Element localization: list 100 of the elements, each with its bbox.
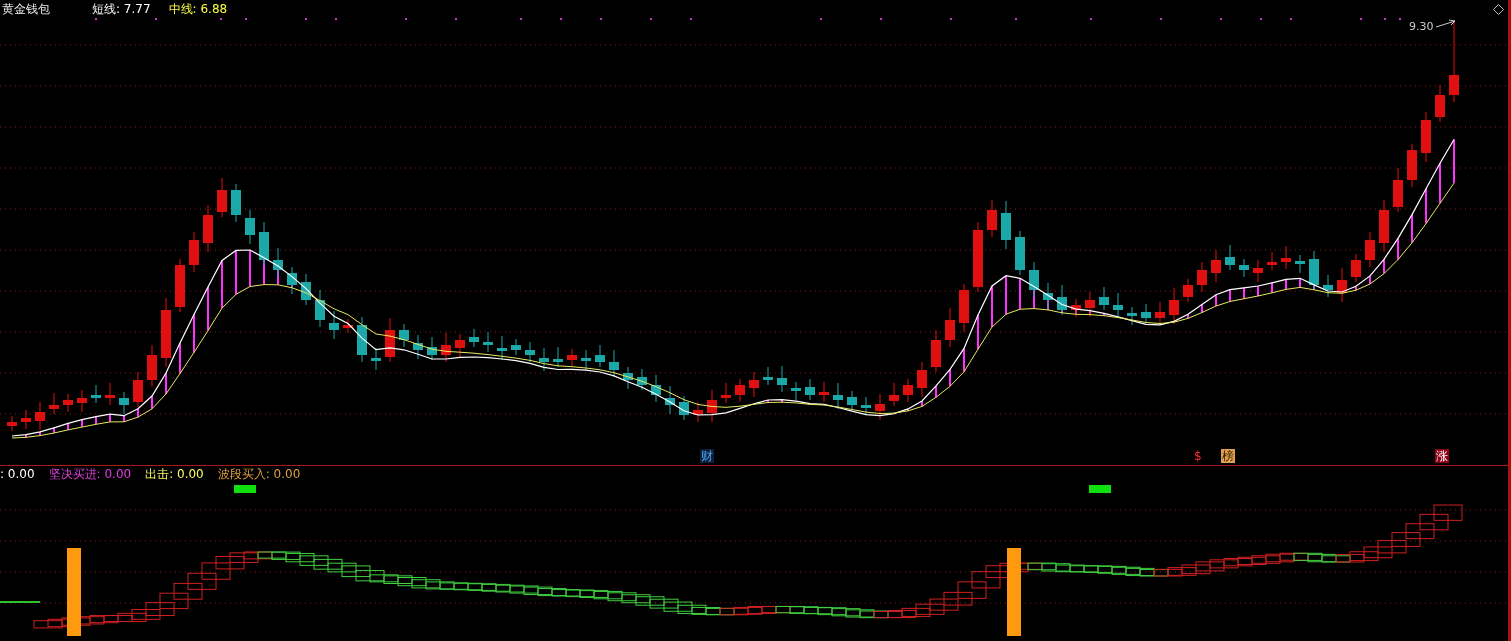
- indicator-value: 出击: 0.00: [145, 465, 204, 483]
- signal-block: [234, 485, 256, 493]
- candlestick: [665, 385, 675, 415]
- candlestick: [1085, 291, 1095, 318]
- candlestick: [1435, 84, 1445, 123]
- candlestick: [315, 289, 325, 328]
- candlestick: [1281, 245, 1291, 270]
- candlestick: [931, 329, 941, 373]
- candlestick: [119, 391, 129, 415]
- candlestick: [553, 346, 563, 368]
- candlestick: [189, 231, 199, 273]
- candlestick: [175, 258, 185, 313]
- candlestick: [679, 395, 689, 421]
- candlestick: [469, 328, 479, 348]
- candlestick: [1169, 287, 1179, 325]
- candlestick: [1337, 267, 1347, 303]
- candlestick: [1407, 143, 1417, 188]
- candlestick: [1127, 306, 1137, 326]
- candlestick: [623, 366, 633, 390]
- candlestick: [567, 348, 577, 368]
- event-marker[interactable]: 财: [700, 449, 714, 463]
- candlestick: [21, 409, 31, 430]
- candlestick: [161, 297, 171, 368]
- candlestick: [1393, 167, 1403, 213]
- candlestick: [1043, 282, 1053, 310]
- candlestick: [833, 382, 843, 410]
- legend-value: 中线: 6.88: [168, 0, 228, 18]
- candlestick: [301, 273, 311, 306]
- chart-title: 黄金钱包: [2, 0, 50, 18]
- candlestick: [441, 332, 451, 363]
- candlestick: [385, 317, 395, 363]
- candlestick: [973, 221, 983, 293]
- candlestick: [903, 378, 913, 403]
- candlestick: [1351, 253, 1361, 283]
- candlestick: [1239, 258, 1249, 278]
- candlestick: [1225, 244, 1235, 271]
- candlestick: [413, 334, 423, 360]
- candlestick: [847, 390, 857, 411]
- candlestick: [35, 401, 45, 431]
- event-marker[interactable]: 涨: [1435, 449, 1449, 463]
- candlestick: [917, 361, 927, 398]
- candlestick: [1365, 231, 1375, 268]
- candlestick: [217, 177, 227, 218]
- candlestick: [7, 415, 17, 432]
- candlestick: [637, 368, 647, 391]
- candlestick: [455, 333, 465, 358]
- candlestick: [133, 371, 143, 408]
- candlestick: [805, 378, 815, 401]
- candlestick: [861, 396, 871, 416]
- arrow-icon: [1435, 19, 1456, 28]
- candlestick: [721, 382, 731, 404]
- candlestick: [147, 344, 157, 388]
- candlestick: [1379, 199, 1389, 253]
- event-marker[interactable]: $: [1193, 449, 1203, 463]
- candlestick: [1113, 292, 1123, 318]
- candlestick: [427, 336, 437, 361]
- candlestick: [497, 335, 507, 361]
- candlestick: [1267, 251, 1277, 271]
- candlestick: [231, 183, 241, 223]
- candlestick: [651, 374, 661, 403]
- candlestick: [1015, 230, 1025, 276]
- candlestick: [595, 344, 605, 368]
- candlestick: [329, 310, 339, 340]
- candlestick: [1211, 249, 1221, 283]
- indicator-value: 波段买入: 0.00: [217, 465, 301, 483]
- candlestick: [763, 366, 773, 386]
- candlestick: [399, 323, 409, 348]
- candlestick: [539, 347, 549, 372]
- candlestick: [49, 392, 59, 415]
- candlestick: [1295, 254, 1305, 274]
- diamond-icon[interactable]: [1493, 3, 1504, 15]
- candlestick: [987, 199, 997, 238]
- candlestick: [343, 318, 353, 334]
- price-label: 9.30: [1409, 20, 1434, 33]
- candlestick: [63, 393, 73, 413]
- event-marker[interactable]: 榜: [1221, 449, 1235, 463]
- candlestick: [525, 341, 535, 363]
- candlestick: [1001, 200, 1011, 250]
- candlestick: [945, 307, 955, 348]
- candlestick: [91, 384, 101, 404]
- signal-block: [1089, 485, 1111, 493]
- candlestick: [875, 393, 885, 421]
- indicator-value: : 0.00: [0, 467, 35, 481]
- candlestick: [1071, 298, 1081, 318]
- candlestick: [483, 331, 493, 353]
- candlestick: [245, 209, 255, 245]
- candlestick: [105, 382, 115, 406]
- candlestick: [511, 338, 521, 356]
- candlestick: [1029, 261, 1039, 298]
- candlestick: [581, 349, 591, 371]
- candlestick: [735, 378, 745, 403]
- candlestick: [959, 283, 969, 333]
- candlestick: [357, 316, 367, 363]
- candlestick: [1057, 284, 1067, 316]
- candlestick: [693, 401, 703, 423]
- candlestick: [819, 381, 829, 403]
- candlestick: [1099, 286, 1109, 311]
- candlestick: [1323, 274, 1333, 298]
- candlestick: [1141, 303, 1151, 324]
- candlestick: [707, 389, 717, 423]
